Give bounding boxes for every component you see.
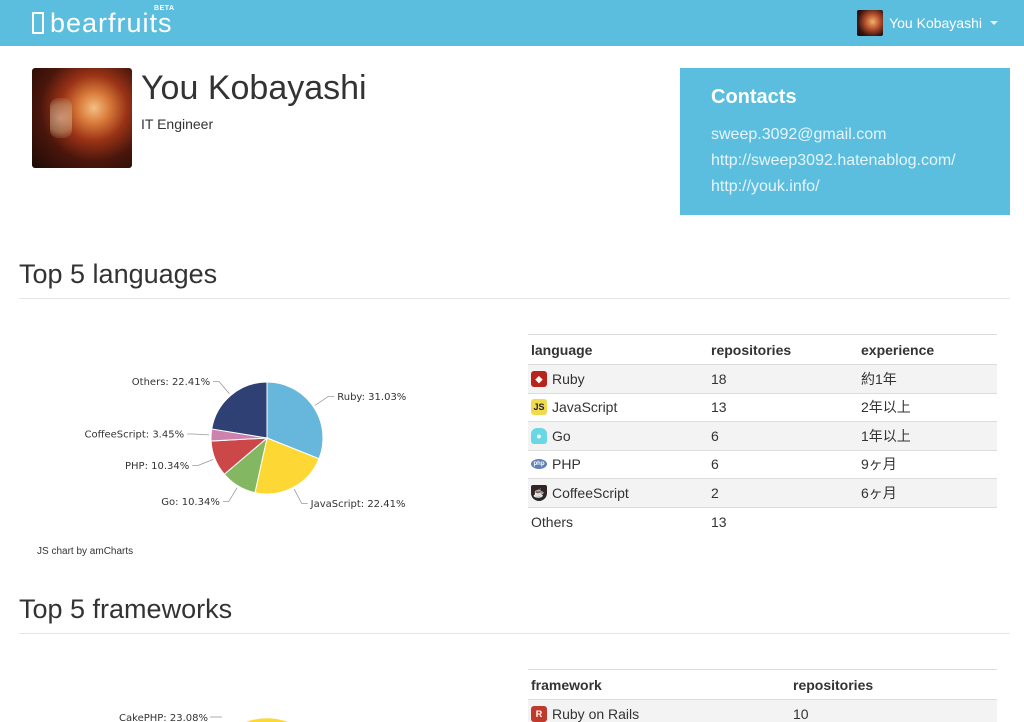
user-menu-dropdown[interactable]: You Kobayashi — [857, 7, 998, 39]
repo-count: 6 — [708, 421, 858, 450]
rails-icon: R — [531, 706, 547, 722]
repo-count: 10 — [790, 699, 997, 722]
col-framework: framework — [528, 669, 790, 700]
repo-count: 13 — [708, 506, 858, 536]
col-experience: experience — [858, 334, 997, 365]
user-avatar — [857, 10, 884, 36]
pie-label-others: Others: 22.41% — [132, 377, 210, 388]
label-callout-line — [222, 487, 238, 502]
col-repositories: repositories — [790, 669, 997, 700]
label-callout-line — [187, 433, 210, 436]
javascript-icon: JS — [531, 399, 547, 416]
experience: 約1年 — [858, 364, 997, 393]
table-row: ◆ Ruby 18 約1年 — [528, 364, 997, 393]
php-icon: php — [531, 459, 547, 470]
profile-role: IT Engineer — [141, 116, 214, 132]
language-name: JavaScript — [552, 399, 618, 416]
beta-badge: BETA — [154, 5, 175, 12]
repo-count: 2 — [708, 478, 858, 507]
languages-title: Top 5 languages — [19, 259, 218, 289]
language-name: Others — [528, 506, 708, 536]
experience — [858, 506, 997, 536]
pie-label-go: Go: 10.34% — [161, 497, 220, 508]
contact-email-link[interactable]: sweep.3092@gmail.com — [711, 122, 979, 148]
language-name: PHP — [552, 456, 581, 473]
frameworks-pie-chart: CakePHP: 23.08% — [119, 713, 293, 722]
languages-divider — [19, 298, 1010, 299]
navbar: bear fruits BETA You Kobayashi — [0, 0, 1024, 46]
contacts-panel: Contacts sweep.3092@gmail.com http://swe… — [680, 68, 1010, 215]
slice-cakephp — [246, 718, 288, 722]
experience: 9ヶ月 — [858, 449, 997, 479]
table-row: ● Go 6 1年以上 — [528, 421, 997, 450]
brand-box-icon — [32, 12, 44, 34]
languages-table: language repositories experience ◆ Ruby 1… — [528, 334, 997, 536]
go-icon: ● — [531, 427, 547, 444]
profile-name: You Kobayashi — [141, 69, 367, 107]
experience: 6ヶ月 — [858, 478, 997, 507]
pie-label-ruby: Ruby: 31.03% — [337, 392, 406, 403]
profile-photo — [32, 68, 132, 168]
amcharts-credit-link[interactable]: JS chart by amCharts — [37, 546, 133, 557]
repo-count: 6 — [708, 449, 858, 479]
table-row: JS JavaScript 13 2年以上 — [528, 392, 997, 422]
brand-fruits-text: fruits — [108, 7, 173, 38]
table-row: Others 13 — [528, 506, 997, 536]
language-name: CoffeeScript — [552, 484, 629, 501]
framework-name: Ruby on Rails — [552, 706, 640, 722]
label-callout-line — [293, 489, 308, 504]
frameworks-divider — [19, 633, 1010, 634]
contact-website-link[interactable]: http://youk.info/ — [711, 174, 979, 200]
user-name: You Kobayashi — [889, 15, 982, 31]
languages-pie-chart: Ruby: 31.03% JavaScript: 22.41% Go: 10.34%… — [84, 377, 406, 510]
language-name: Go — [552, 427, 571, 444]
language-name: Ruby — [552, 370, 585, 387]
slice-label-cakephp: CakePHP: 23.08% — [119, 713, 208, 722]
col-repositories: repositories — [708, 334, 858, 365]
label-callout-line — [314, 396, 335, 406]
brand-logo[interactable]: bear fruits BETA — [32, 5, 175, 38]
pie-label-coffeescript: CoffeeScript: 3.45% — [84, 430, 184, 441]
coffeescript-icon: ☕ — [531, 484, 547, 501]
frameworks-title: Top 5 frameworks — [19, 594, 233, 624]
contacts-title: Contacts — [711, 86, 797, 108]
repo-count: 18 — [708, 364, 858, 393]
table-row: ☕ CoffeeScript 2 6ヶ月 — [528, 478, 997, 507]
label-callout-line — [192, 459, 214, 466]
caret-down-icon — [990, 21, 998, 25]
col-language: language — [528, 334, 708, 365]
table-row: php PHP 6 9ヶ月 — [528, 449, 997, 479]
pie-label-javascript: JavaScript: 22.41% — [310, 499, 406, 510]
label-callout-line — [213, 381, 230, 395]
pie-slice-others[interactable] — [211, 381, 268, 439]
frameworks-table: framework repositories R Ruby on Rails 10 — [528, 669, 997, 722]
experience: 1年以上 — [858, 421, 997, 450]
brand-bear-text: bear — [50, 7, 109, 38]
table-row: R Ruby on Rails 10 — [528, 699, 997, 722]
pie-label-php: PHP: 10.34% — [125, 461, 189, 472]
ruby-icon: ◆ — [531, 370, 547, 387]
experience: 2年以上 — [858, 392, 997, 422]
contact-blog-link[interactable]: http://sweep3092.hatenablog.com/ — [711, 148, 979, 174]
repo-count: 13 — [708, 392, 858, 422]
